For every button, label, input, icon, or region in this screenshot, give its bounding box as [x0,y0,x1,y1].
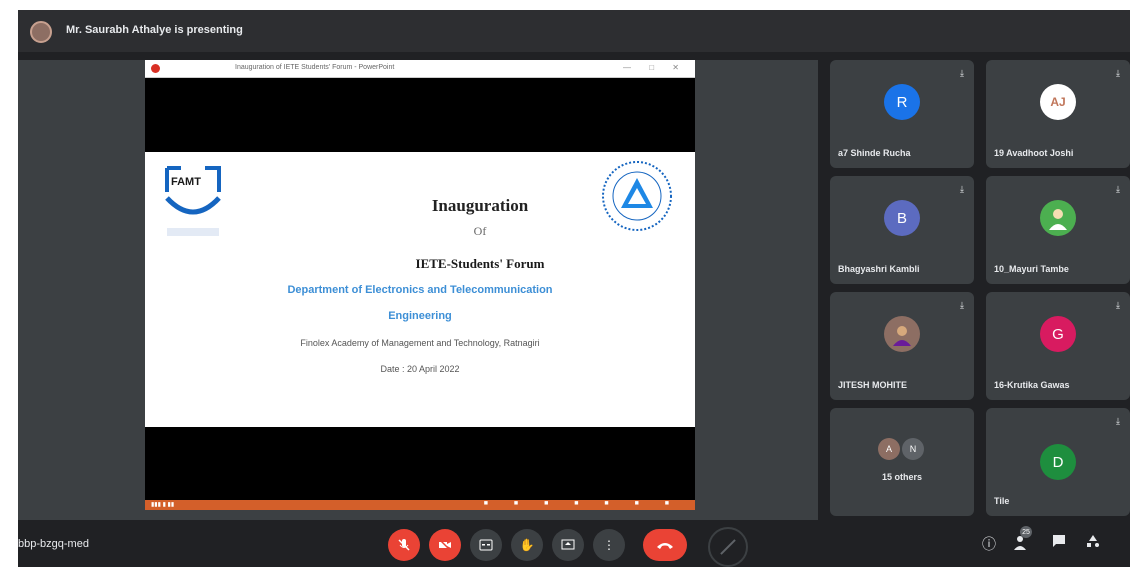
participant-tile[interactable]: ⤓ R a7 Shinde Rucha [830,60,974,168]
mic-off-icon [398,539,410,551]
person-icon [893,326,911,346]
slide-page-indicator: ▮▮▮ ▮ ▮▮ [151,502,175,508]
avatar: AJ [1040,84,1076,120]
participant-tile[interactable]: ⤓ JITESH MOHITE [830,292,974,400]
app-icon [151,64,160,73]
camera-off-icon [438,538,452,552]
participant-count-badge: 25 [1020,526,1032,538]
participant-tile[interactable]: ⤓ AJ 19 Avadhoot Joshi [986,60,1130,168]
participant-tile[interactable]: ⤓ G 16-Krutika Gawas [986,292,1130,400]
avatar: A [878,438,900,460]
slide-college: Finolex Academy of Management and Techno… [300,338,540,348]
participant-name: 19 Avadhoot Joshi [994,148,1074,158]
raise-hand-button[interactable]: ✋ [511,529,543,561]
pin-icon[interactable]: ⤓ [1116,184,1120,195]
slide-view-icons: ■ ■ ■ ■ ■ ■ ■ [483,500,681,507]
avatar: G [1040,316,1076,352]
shared-screen: Inauguration of IETE Students' Forum - P… [145,60,695,510]
slide-statusbar: ▮▮▮ ▮ ▮▮ ■ ■ ■ ■ ■ ■ ■ [145,500,695,510]
slide-forum: IETE-Students' Forum [415,256,545,271]
participant-tile[interactable]: ⤓ B Bhagyashri Kambli [830,176,974,284]
participant-name: a7 Shinde Rucha [838,148,911,158]
more-options-button[interactable]: ⋮ [593,529,625,561]
avatar-photo [1040,200,1076,236]
famt-logo-text: FAMT [171,176,201,188]
others-tile[interactable]: A N 15 others [830,408,974,516]
avatar: D [1040,444,1076,480]
window-controls-icon: — □ ✕ [623,63,687,72]
circle-annotation [708,527,748,567]
meeting-details-icon[interactable]: ⓘ [982,534,996,554]
pin-icon[interactable]: ⤓ [1116,68,1120,79]
more-vert-icon: ⋮ [603,538,615,552]
participant-name: Bhagyashri Kambli [838,264,920,274]
avatar: N [902,438,924,460]
meeting-code: bbp-bzgq-med [18,538,89,550]
avatar: B [884,200,920,236]
presenting-label: Mr. Saurabh Athalye is presenting [66,24,243,36]
pin-icon[interactable]: ⤓ [1116,300,1120,311]
pin-icon[interactable]: ⤓ [1116,416,1120,427]
hang-up-icon [657,543,673,549]
pin-icon[interactable]: ⤓ [960,300,964,311]
pin-icon[interactable]: ⤓ [960,68,964,79]
meet-window: Mr. Saurabh Athalye is presenting Inaugu… [18,10,1130,567]
presenting-bar: Mr. Saurabh Athalye is presenting [18,10,1130,52]
participant-tile[interactable]: ⤓ 10_Mayuri Tambe [986,176,1130,284]
slide-title: Inauguration [431,196,529,215]
participant-name: Tile [994,496,1010,506]
slide-department-line2: Engineering [388,310,452,322]
participant-name: 10_Mayuri Tambe [994,264,1069,274]
captions-button[interactable] [470,529,502,561]
hand-icon: ✋ [519,538,535,552]
presenter-avatar [30,21,52,43]
participant-tile[interactable]: ⤓ D Tile [986,408,1130,516]
person-icon [1049,209,1067,230]
participant-grid: ⤓ R a7 Shinde Rucha ⤓ AJ 19 Avadhoot Jos… [830,60,1130,520]
slide-window-title: Inauguration of IETE Students' Forum - P… [235,64,395,71]
leave-call-button[interactable] [643,529,687,561]
captions-icon [479,539,493,551]
participant-name: 16-Krutika Gawas [994,380,1070,390]
pin-icon[interactable]: ⤓ [960,184,964,195]
slide-date: Date : 20 April 2022 [380,364,460,374]
slide-content: FAMT Inauguration Of IETE-Students' Foru… [145,152,695,427]
slide-department-line1: Department of Electronics and Telecommun… [287,284,553,296]
camera-off-button[interactable] [429,529,461,561]
chat-icon[interactable] [1052,534,1066,551]
present-icon [561,539,575,550]
slide-window-titlebar: Inauguration of IETE Students' Forum - P… [145,60,695,78]
mic-off-button[interactable] [388,529,420,561]
activities-icon[interactable] [1086,534,1100,551]
participant-name: JITESH MOHITE [838,380,908,390]
others-count: 15 others [881,472,923,482]
presentation-stage: Inauguration of IETE Students' Forum - P… [18,60,818,520]
slide-of: Of [473,224,487,238]
avatar-photo [884,316,920,352]
bottom-control-bar: bbp-bzgq-med ✋ ⋮ ⓘ 25 [18,520,1130,567]
avatar: R [884,84,920,120]
present-button[interactable] [552,529,584,561]
